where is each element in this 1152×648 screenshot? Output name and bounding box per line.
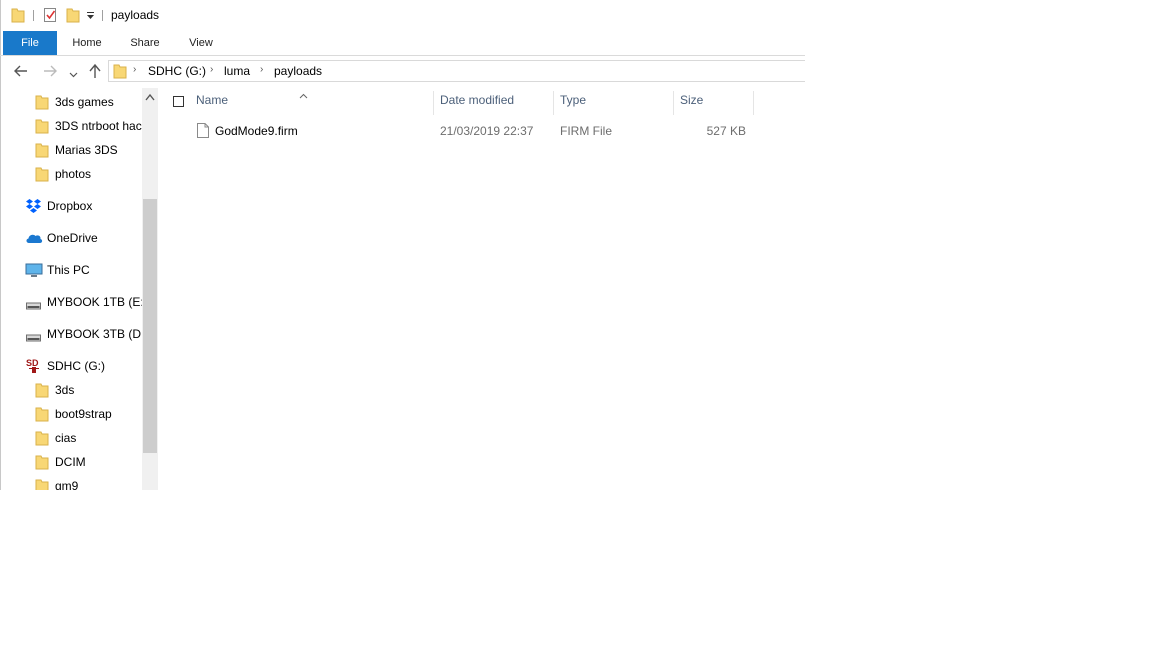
nav-item-gm9[interactable]: gm9 [0, 475, 142, 490]
back-arrow-icon[interactable] [13, 63, 29, 82]
onedrive-icon [25, 232, 43, 247]
file-name[interactable]: GodMode9.firm [215, 124, 298, 138]
svg-text:SD: SD [26, 358, 39, 368]
sd-card-icon: SD [26, 357, 42, 377]
breadcrumb-luma[interactable]: luma [224, 64, 250, 78]
folder-icon [35, 478, 49, 490]
column-header-size[interactable]: Size [680, 93, 703, 107]
new-folder-icon[interactable] [66, 7, 80, 26]
nav-item-label: photos [55, 167, 92, 181]
folder-icon [35, 454, 49, 473]
nav-item-cias[interactable]: cias [0, 427, 142, 449]
nav-item-label: SDHC (G:) [47, 359, 105, 373]
forward-arrow-icon[interactable] [42, 63, 58, 82]
nav-item-mybook-1tb[interactable]: MYBOOK 1TB (E:) [0, 291, 142, 313]
folder-icon [113, 63, 127, 82]
address-bar[interactable]: › SDHC (G:) › luma › payloads [108, 60, 805, 82]
file-explorer-window: payloads File Home Share View › SDHC (G:… [0, 0, 805, 490]
up-arrow-icon[interactable] [87, 63, 103, 82]
folder-icon [35, 406, 49, 425]
file-list: Name Date modified Type Size GodMode9.fi… [158, 85, 805, 490]
scroll-up-chevron-icon[interactable] [142, 88, 158, 106]
column-header-name[interactable]: Name [196, 93, 228, 107]
nav-item-onedrive[interactable]: OneDrive [0, 227, 142, 249]
nav-item-label: 3ds [55, 383, 75, 397]
properties-icon[interactable] [43, 7, 58, 26]
nav-item-sdhc[interactable]: SD SDHC (G:) [0, 355, 142, 377]
nav-item-dropbox[interactable]: Dropbox [0, 195, 142, 217]
tab-view[interactable]: View [180, 31, 222, 55]
nav-item-label: 3ds games [55, 95, 114, 109]
nav-item-label: This PC [47, 263, 90, 277]
drive-icon [26, 331, 41, 345]
folder-icon [35, 430, 49, 449]
nav-item-marias-3ds[interactable]: Marias 3DS [0, 139, 142, 161]
nav-item-label: cias [55, 431, 77, 445]
title-bar: payloads [0, 0, 805, 31]
toolbar-separator [33, 10, 34, 21]
select-all-checkbox[interactable] [173, 96, 184, 107]
window-title: payloads [111, 8, 160, 22]
breadcrumb-separator-icon[interactable]: › [210, 64, 213, 75]
nav-item-label: 3DS ntrboot hac [55, 119, 142, 133]
nav-item-label: MYBOOK 3TB (D:) [47, 327, 142, 341]
nav-item-label: Marias 3DS [55, 143, 118, 157]
nav-item-label: MYBOOK 1TB (E:) [47, 295, 142, 309]
scrollbar-thumb[interactable] [143, 199, 157, 453]
column-divider[interactable] [553, 91, 554, 115]
drive-icon [26, 299, 41, 313]
folder-icon [35, 94, 49, 113]
folder-icon [35, 118, 49, 137]
nav-item-mybook-3tb[interactable]: MYBOOK 3TB (D:) [0, 323, 142, 345]
toolbar-separator [102, 10, 103, 21]
navigation-pane: 3ds games 3DS ntrboot hac Marias 3DS pho… [0, 88, 158, 490]
nav-item-photos[interactable]: photos [0, 163, 142, 185]
file-icon [197, 123, 209, 141]
tab-file[interactable]: File [3, 31, 57, 55]
nav-item-3ds[interactable]: 3ds [0, 379, 142, 401]
folder-icon [35, 142, 49, 161]
breadcrumb-sdhc[interactable]: SDHC (G:) [148, 64, 206, 78]
column-divider[interactable] [673, 91, 674, 115]
breadcrumb-payloads[interactable]: payloads [274, 64, 322, 78]
nav-item-3ds-ntrboot[interactable]: 3DS ntrboot hac [0, 115, 142, 137]
tab-share[interactable]: Share [122, 31, 168, 55]
breadcrumb-separator-icon[interactable]: › [133, 64, 136, 75]
column-divider[interactable] [753, 91, 754, 115]
nav-item-label: gm9 [55, 479, 79, 490]
column-header-date[interactable]: Date modified [440, 93, 514, 107]
nav-item-dcim[interactable]: DCIM [0, 451, 142, 473]
ribbon-tabs: File Home Share View [0, 31, 805, 56]
nav-item-label: boot9strap [55, 407, 112, 421]
folder-icon [11, 7, 25, 26]
computer-icon [25, 263, 43, 281]
address-row: › SDHC (G:) › luma › payloads [0, 56, 805, 85]
folder-icon [35, 382, 49, 401]
nav-item-this-pc[interactable]: This PC [0, 259, 142, 281]
column-header-type[interactable]: Type [560, 93, 586, 107]
recent-locations-chevron-icon[interactable] [69, 67, 78, 81]
nav-item-label: OneDrive [47, 231, 98, 245]
folder-icon [35, 166, 49, 185]
tab-home[interactable]: Home [64, 31, 110, 55]
file-type: FIRM File [560, 124, 612, 138]
nav-item-boot9strap[interactable]: boot9strap [0, 403, 142, 425]
sort-ascending-icon [299, 88, 308, 102]
file-size: 527 KB [706, 124, 746, 138]
breadcrumb-separator-icon[interactable]: › [260, 64, 263, 75]
nav-item-3ds-games[interactable]: 3ds games [0, 91, 142, 113]
file-date-modified: 21/03/2019 22:37 [440, 124, 534, 138]
dropbox-icon [25, 198, 42, 217]
column-divider[interactable] [433, 91, 434, 115]
customize-toolbar-dropdown-icon[interactable] [86, 10, 96, 24]
nav-item-label: DCIM [55, 455, 86, 469]
nav-item-label: Dropbox [47, 199, 93, 213]
